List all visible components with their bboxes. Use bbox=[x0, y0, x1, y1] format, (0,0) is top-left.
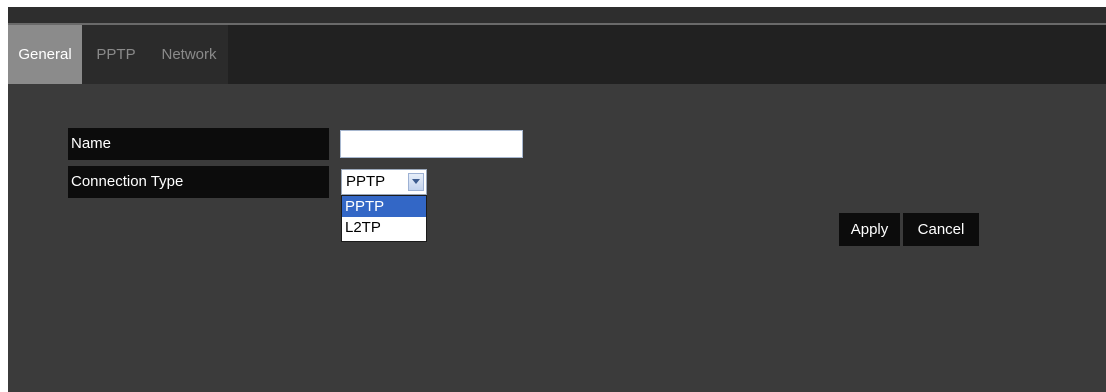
connection-type-selected-value: PPTP bbox=[346, 173, 386, 190]
connection-type-select[interactable]: PPTP bbox=[341, 169, 427, 195]
apply-button[interactable]: Apply bbox=[839, 213, 900, 246]
chevron-down-icon[interactable] bbox=[408, 173, 424, 191]
option-l2tp[interactable]: L2TP bbox=[342, 217, 426, 238]
tab-pptp[interactable]: PPTP bbox=[82, 25, 150, 84]
name-label: Name bbox=[68, 128, 329, 160]
top-strip bbox=[8, 7, 1106, 25]
cancel-button[interactable]: Cancel bbox=[903, 213, 979, 246]
name-input[interactable] bbox=[340, 130, 523, 158]
tab-general[interactable]: General bbox=[8, 25, 82, 84]
tab-network[interactable]: Network bbox=[150, 25, 228, 84]
router-config-panel: General PPTP Network Name Connection Typ… bbox=[8, 7, 1106, 392]
connection-type-label: Connection Type bbox=[68, 166, 329, 198]
connection-type-dropdown: PPTP L2TP bbox=[341, 195, 427, 242]
option-pptp[interactable]: PPTP bbox=[342, 196, 426, 217]
